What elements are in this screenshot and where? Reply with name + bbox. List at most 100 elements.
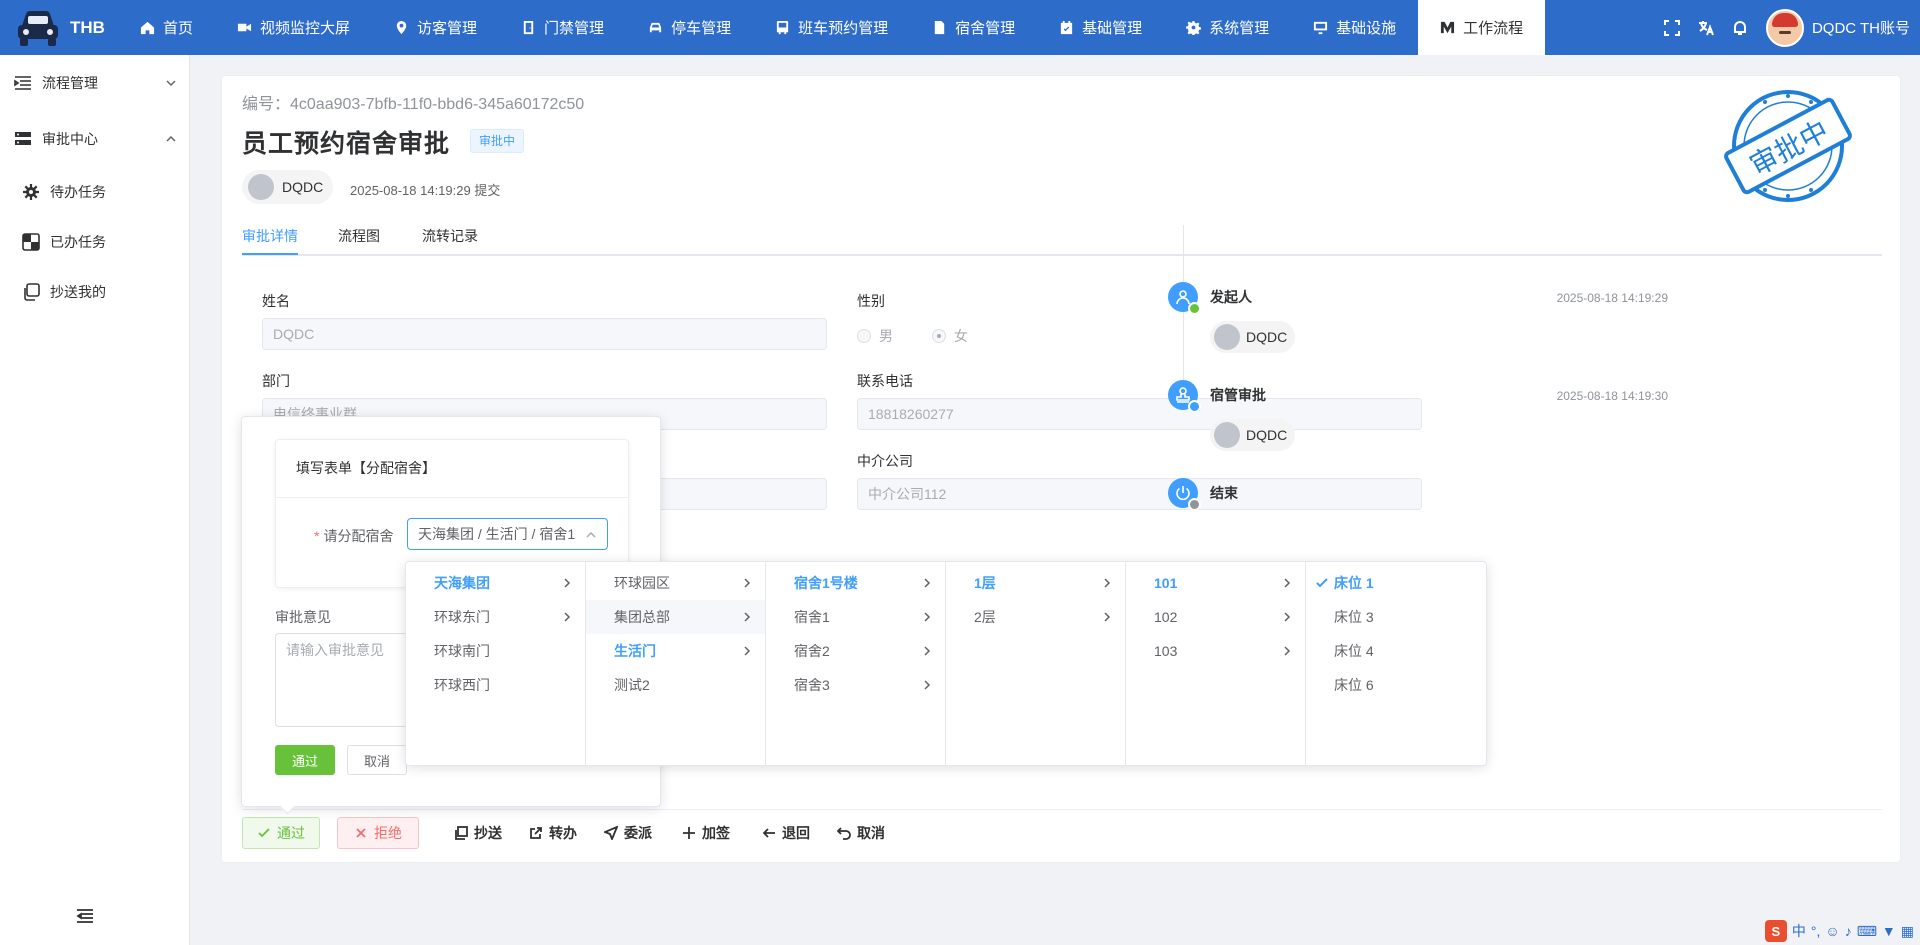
- nav-item-10[interactable]: 工作流程: [1418, 0, 1546, 55]
- tab-approval-detail[interactable]: 审批详情: [242, 226, 298, 246]
- tab-transfer-log[interactable]: 流转记录: [422, 226, 478, 246]
- car-logo-icon: [18, 10, 58, 46]
- popover-approve-button[interactable]: 通过: [275, 745, 335, 775]
- cascader-option[interactable]: 环球西门: [406, 668, 585, 702]
- cancel-process-button[interactable]: 取消: [837, 817, 885, 849]
- ime-lang[interactable]: 中: [1792, 921, 1806, 941]
- sidebar-item-label: 已办任务: [50, 234, 106, 250]
- radio-label: 女: [954, 328, 968, 344]
- agency-field[interactable]: 中介公司112: [857, 478, 1422, 510]
- chevron-right-icon: [1284, 646, 1291, 656]
- page-title: 员工预约宿舍审批: [242, 130, 451, 158]
- share-icon: [530, 827, 542, 839]
- nav-item-7[interactable]: 基础管理: [1037, 0, 1164, 55]
- cascader-option[interactable]: 床位 1: [1306, 566, 1486, 600]
- name-field[interactable]: DQDC: [262, 318, 827, 350]
- nav-item-6[interactable]: 宿舍管理: [910, 0, 1037, 55]
- plus-icon: [683, 827, 695, 839]
- cascader-option[interactable]: 集团总部: [586, 600, 765, 634]
- user-menu[interactable]: DQDC TH账号: [1765, 8, 1910, 47]
- transfer-button[interactable]: 转办: [529, 817, 577, 849]
- cascader-option[interactable]: 宿舍1: [766, 600, 945, 634]
- nav-item-1[interactable]: 视频监控大屏: [215, 0, 372, 55]
- sidebar-item-done[interactable]: 已办任务: [0, 217, 189, 267]
- reject-button[interactable]: 拒绝: [337, 817, 419, 849]
- cascader-option[interactable]: 宿舍1号楼: [766, 566, 945, 600]
- assign-dorm-label: * 请分配宿舍: [314, 526, 393, 546]
- bell-icon[interactable]: [1732, 20, 1748, 36]
- submitter-name: DQDC: [282, 179, 324, 195]
- collapse-sidebar-icon[interactable]: [76, 907, 94, 925]
- nav-item-9[interactable]: 基础设施: [1291, 0, 1418, 55]
- user-avatar: [1765, 8, 1804, 47]
- sidebar-group-approval-center[interactable]: 审批中心: [0, 111, 189, 167]
- sidebar-item-cc-me[interactable]: 抄送我的: [0, 267, 189, 317]
- timeline-user-name: DQDC: [1246, 427, 1288, 443]
- option-label: 宿舍3: [794, 677, 830, 693]
- logo[interactable]: THB: [0, 0, 120, 55]
- add-signer-button[interactable]: 加签: [682, 817, 730, 849]
- cascader-option[interactable]: 宿舍2: [766, 634, 945, 668]
- cascader-option[interactable]: 床位 3: [1306, 600, 1486, 634]
- nav-item-3[interactable]: 门禁管理: [499, 0, 626, 55]
- nav-item-label: 门禁管理: [544, 20, 605, 37]
- cascader-option[interactable]: 天海集团: [406, 566, 585, 600]
- dorm-cascader-input[interactable]: 天海集团 / 生活门 / 宿舍1: [407, 518, 608, 550]
- nav-item-label: 首页: [163, 20, 194, 37]
- location-icon: [396, 20, 407, 35]
- mic-icon[interactable]: ♪: [1845, 923, 1852, 939]
- opinion-label: 审批意见: [275, 609, 331, 625]
- nav-item-4[interactable]: 停车管理: [626, 0, 753, 55]
- sidebar-item-todo[interactable]: 待办任务: [0, 167, 189, 217]
- emoji-icon[interactable]: ☺: [1825, 923, 1839, 939]
- cascader-menu-1: 环球园区 集团总部 生活门 测试2: [586, 562, 766, 765]
- timeline-title: 宿管审批: [1210, 387, 1266, 403]
- fullscreen-icon[interactable]: [1663, 19, 1680, 36]
- cascader-option[interactable]: 1层: [946, 566, 1125, 600]
- cascader-option[interactable]: 生活门: [586, 634, 765, 668]
- required-mark: *: [314, 528, 320, 544]
- grid-icon[interactable]: ▦: [1901, 923, 1914, 940]
- cascader-option[interactable]: 环球园区: [586, 566, 765, 600]
- option-label: 床位 1: [1334, 575, 1374, 591]
- gender-radio-female[interactable]: 女: [932, 326, 968, 346]
- nav-item-label: 访客管理: [417, 20, 478, 37]
- cascader-option[interactable]: 2层: [946, 600, 1125, 634]
- approve-button[interactable]: 通过: [242, 817, 320, 849]
- nav-item-0[interactable]: 首页: [118, 0, 215, 55]
- cascader-option[interactable]: 宿舍3: [766, 668, 945, 702]
- server-icon: [15, 132, 31, 145]
- delegate-button[interactable]: 委派: [604, 817, 652, 849]
- option-label: 103: [1154, 643, 1178, 659]
- phone-label: 联系电话: [857, 373, 913, 389]
- translate-icon[interactable]: [1698, 20, 1714, 36]
- nav-item-8[interactable]: 系统管理: [1164, 0, 1291, 55]
- cascader-option[interactable]: 环球南门: [406, 634, 585, 668]
- approval-stamp: 审批中: [1724, 90, 1852, 202]
- cascader-option[interactable]: 测试2: [586, 668, 765, 702]
- nav-item-5[interactable]: 班车预约管理: [753, 0, 910, 55]
- cascader-option[interactable]: 床位 4: [1306, 634, 1486, 668]
- cascader-option[interactable]: 环球东门: [406, 600, 585, 634]
- status-badge-dot: [1188, 302, 1201, 315]
- return-button[interactable]: 退回: [762, 817, 810, 849]
- check-icon: [258, 828, 270, 838]
- approval-timeline: 发起人 2025-08-18 14:19:29 DQDC 宿管审批 2025-0…: [1168, 205, 1668, 511]
- sogou-icon[interactable]: S: [1764, 920, 1787, 942]
- sidebar: 流程管理 审批中心 待办任务 已办任务 抄送我的: [0, 55, 190, 945]
- cascader-option[interactable]: 101: [1126, 566, 1305, 600]
- cascader-option[interactable]: 103: [1126, 634, 1305, 668]
- process-code: 编号：4c0aa903-7bfb-11f0-bbd6-345a60172c50: [242, 96, 585, 113]
- popover-cancel-button[interactable]: 取消: [347, 745, 407, 775]
- chevron-down-icon: [166, 80, 176, 87]
- sidebar-group-process-mgmt[interactable]: 流程管理: [0, 55, 189, 111]
- cascader-option[interactable]: 床位 6: [1306, 668, 1486, 702]
- cc-button[interactable]: 抄送: [454, 817, 502, 849]
- keyboard-icon[interactable]: ⌨: [1857, 923, 1877, 940]
- nav-item-2[interactable]: 访客管理: [372, 0, 499, 55]
- tab-flowchart[interactable]: 流程图: [338, 226, 380, 246]
- punctuation-icon[interactable]: °,: [1811, 923, 1821, 939]
- skin-icon[interactable]: ▼: [1882, 923, 1896, 939]
- gender-radio-male[interactable]: 男: [857, 326, 893, 346]
- cascader-option[interactable]: 102: [1126, 600, 1305, 634]
